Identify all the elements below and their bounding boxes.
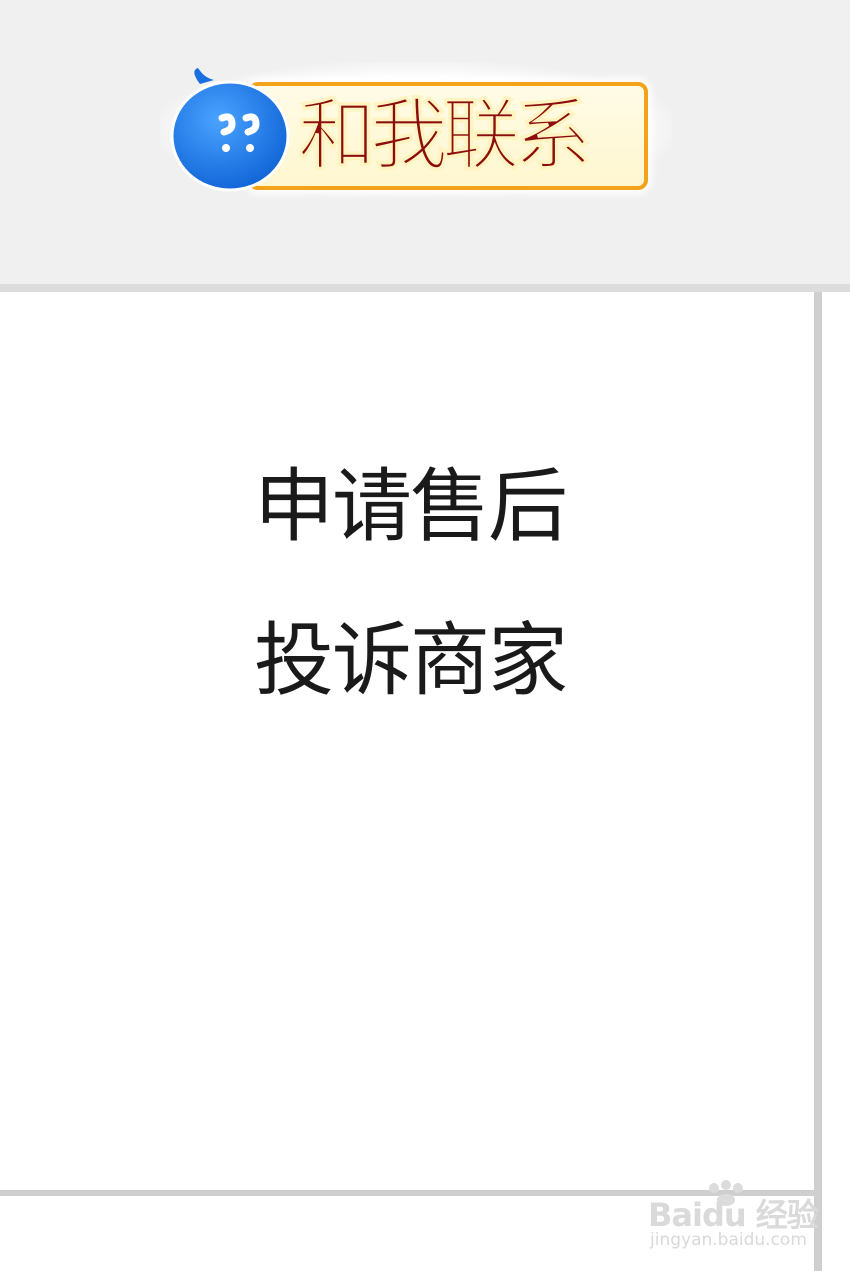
baidu-jingyan-watermark: Baidu 经验 jingyan.baidu.com xyxy=(648,1180,819,1260)
complain-merchant-link[interactable]: 投诉商家 xyxy=(200,584,620,738)
watermark-url: jingyan.baidu.com xyxy=(650,1230,807,1250)
header-divider xyxy=(0,284,850,292)
contact-me-label: 和我联系 xyxy=(298,90,593,182)
contact-me-button[interactable]: 和我联系 xyxy=(160,62,672,196)
next-column-edge xyxy=(822,292,850,1271)
chat-bubble-icon xyxy=(170,68,290,192)
column-divider-vertical xyxy=(814,292,822,1271)
apply-after-sales-link[interactable]: 申请售后 xyxy=(200,430,620,584)
order-actions-menu: 申请售后 投诉商家 xyxy=(200,430,620,738)
